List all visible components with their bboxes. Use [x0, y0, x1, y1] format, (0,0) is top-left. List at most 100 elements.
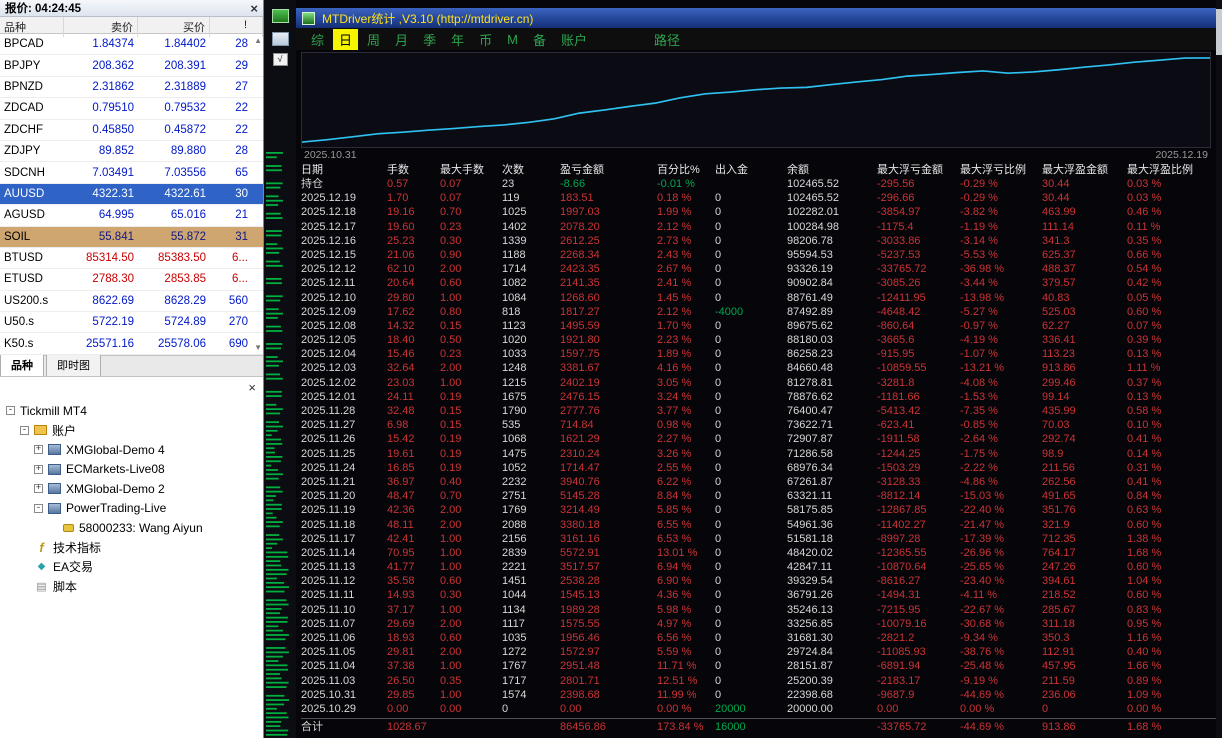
stats-titlebar[interactable]: MTDriver统计 ,V3.10 (http://mtdriver.cn): [296, 8, 1216, 28]
stats-cell: 2402.19: [560, 376, 657, 390]
stats-cell: -1175.4: [877, 220, 960, 234]
scroll-up-icon[interactable]: ▲: [254, 36, 262, 45]
market-watch-row[interactable]: SOIL55.84155.87231: [0, 227, 263, 248]
navigator-close-icon[interactable]: ×: [248, 380, 256, 395]
stats-cell: 6.55 %: [657, 518, 715, 532]
stats-cell: 0: [715, 674, 787, 688]
market-watch-row[interactable]: ZDCAD0.795100.7953222: [0, 98, 263, 119]
stats-menu-item[interactable]: 账户: [555, 29, 593, 50]
stats-cell: 20000.00: [787, 702, 877, 716]
navigator-item[interactable]: +ECMarkets-Live08: [0, 459, 263, 479]
scrollbar-thumb[interactable]: [1216, 9, 1222, 55]
chart-window-icon[interactable]: [272, 9, 289, 23]
stats-cell: -915.95: [877, 347, 960, 361]
stats-cell: 合计: [301, 719, 387, 735]
tree-expand-icon[interactable]: -: [34, 504, 43, 513]
stats-menu-item[interactable]: 币: [473, 29, 498, 50]
market-watch-row[interactable]: US200.s8622.698628.29560: [0, 291, 263, 312]
market-watch-row[interactable]: BTUSD85314.5085383.506...: [0, 248, 263, 269]
ask-price: 1.84402: [138, 38, 210, 50]
market-watch-row[interactable]: BPNZD2.318622.3188927: [0, 77, 263, 98]
stats-cell: -8616.27: [877, 574, 960, 588]
tree-expand-icon[interactable]: -: [20, 426, 29, 435]
market-watch-row[interactable]: BPJPY208.362208.39129: [0, 55, 263, 76]
stats-cell: 1597.75: [560, 347, 657, 361]
stats-cell: 351.76: [1042, 503, 1127, 517]
stats-cell: -3128.33: [877, 475, 960, 489]
stats-cell: 2141.35: [560, 276, 657, 290]
stats-menu-item[interactable]: 周: [361, 29, 386, 50]
stats-cell: 0.15: [440, 319, 502, 333]
stats-cell: 0: [715, 205, 787, 219]
navigator-item[interactable]: 58000233: Wang Aiyun: [0, 518, 263, 538]
navigator-item[interactable]: -Tickmill MT4: [0, 401, 263, 421]
stats-cell: -11085.93: [877, 645, 960, 659]
stats-cell: 0.00: [387, 702, 440, 716]
stats-cell: 1033: [502, 347, 560, 361]
stats-menu-item[interactable]: 路径: [648, 29, 686, 50]
navigator-tree: -Tickmill MT4-账户+XMGlobal-Demo 4+ECMarke…: [0, 401, 263, 596]
stats-cell: 1052: [502, 461, 560, 475]
stats-cell: 51581.18: [787, 532, 877, 546]
market-watch-row[interactable]: U50.s5722.195724.89270: [0, 312, 263, 333]
market-watch-row[interactable]: SDCNH7.034917.0355665: [0, 162, 263, 183]
stats-cell: 5.98 %: [657, 603, 715, 617]
market-watch-row[interactable]: ZDCHF0.458500.4587222: [0, 120, 263, 141]
stats-cell: 1714: [502, 262, 560, 276]
image-icon[interactable]: [272, 32, 289, 46]
stats-cell: 1675: [502, 390, 560, 404]
stats-cell: 0.00 %: [960, 702, 1042, 716]
account-icon: [48, 503, 61, 514]
tree-expand-icon[interactable]: +: [34, 445, 43, 454]
stats-menu-item[interactable]: 月: [389, 29, 414, 50]
navigator-item[interactable]: ▤脚本: [0, 576, 263, 596]
navigator-item[interactable]: -PowerTrading-Live: [0, 498, 263, 518]
stats-cell: 88761.49: [787, 291, 877, 305]
market-watch-row[interactable]: AUUSD4322.314322.6130: [0, 184, 263, 205]
stats-cell: 394.61: [1042, 574, 1127, 588]
tree-expand-icon[interactable]: +: [34, 484, 43, 493]
stats-menu-item[interactable]: 日: [333, 29, 358, 50]
bid-price: 85314.50: [64, 252, 138, 264]
navigator-item[interactable]: +XMGlobal-Demo 4: [0, 440, 263, 460]
daily-stats-row: 2025.12.191.700.07119183.510.18 %0102465…: [301, 191, 1216, 205]
stats-cell: 8.84 %: [657, 489, 715, 503]
navigator-item[interactable]: -账户: [0, 420, 263, 440]
market-watch-tab[interactable]: 即时图: [46, 354, 101, 376]
stats-menu-item[interactable]: 备: [527, 29, 552, 50]
stats-cell: 1451: [502, 574, 560, 588]
market-watch-row[interactable]: ETUSD2788.302853.856...: [0, 269, 263, 290]
market-watch-tab[interactable]: 品种: [0, 354, 44, 376]
market-watch-row[interactable]: AGUSD64.99565.01621: [0, 205, 263, 226]
tree-expand-icon[interactable]: +: [34, 465, 43, 474]
stats-cell: 0.60: [440, 574, 502, 588]
stats-menu-item[interactable]: 季: [417, 29, 442, 50]
stats-cell: -12411.95: [877, 291, 960, 305]
stats-cell: 625.37: [1042, 248, 1127, 262]
navigator-item[interactable]: ◆EA交易: [0, 557, 263, 577]
stats-menu-item[interactable]: 年: [445, 29, 470, 50]
stats-cell: 15.42: [387, 432, 440, 446]
market-watch-row[interactable]: ZDJPY89.85289.88028: [0, 141, 263, 162]
market-watch-row[interactable]: BPCAD1.843741.8440228: [0, 34, 263, 55]
stats-cell: -13.21 %: [960, 361, 1042, 375]
market-watch-close-icon[interactable]: ×: [250, 2, 258, 15]
navigator-item[interactable]: f技术指标: [0, 537, 263, 557]
stats-cell: 2.00: [440, 518, 502, 532]
stats-cell: -623.41: [877, 418, 960, 432]
check-icon[interactable]: √: [273, 53, 288, 66]
stats-cell: -9687.9: [877, 688, 960, 702]
tree-expand-icon[interactable]: -: [6, 406, 15, 415]
market-watch-row[interactable]: K50.s25571.1625578.06690: [0, 333, 263, 354]
stats-cell: 71286.58: [787, 447, 877, 461]
stats-cell: 0: [715, 588, 787, 602]
symbol-name: ZDJPY: [0, 145, 64, 157]
bid-price: 55.841: [64, 231, 138, 243]
navigator-item[interactable]: +XMGlobal-Demo 2: [0, 479, 263, 499]
stats-cell: 0.60 %: [1127, 518, 1216, 532]
scroll-down-icon[interactable]: ▼: [254, 343, 262, 352]
stats-menu-item[interactable]: M: [501, 31, 524, 48]
stats-cell: 3.24 %: [657, 390, 715, 404]
ask-price: 0.79532: [138, 102, 210, 114]
stats-menu-item[interactable]: 综: [305, 29, 330, 50]
